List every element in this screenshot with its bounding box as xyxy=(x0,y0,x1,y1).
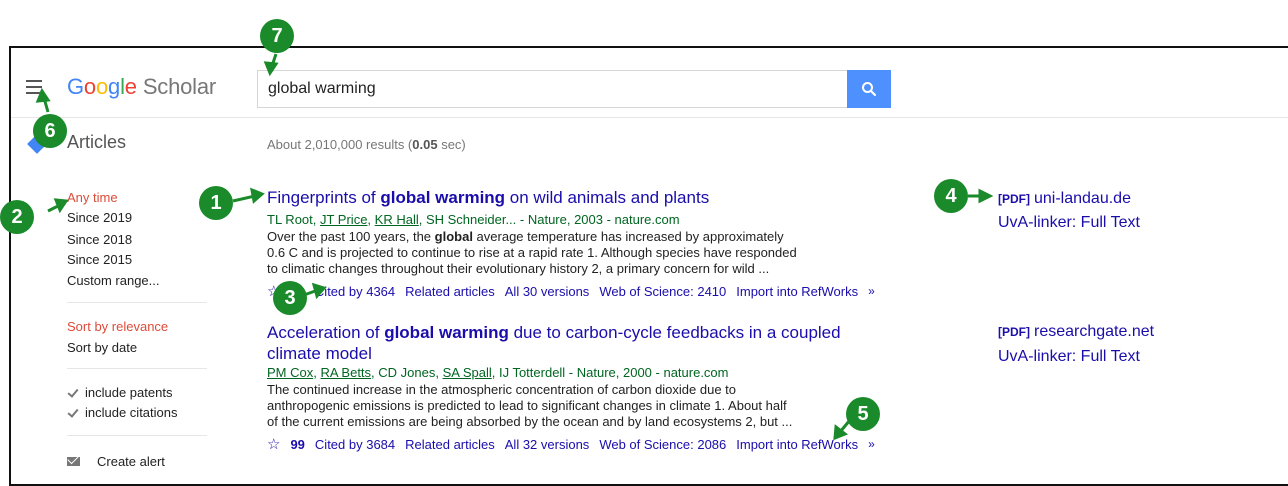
callout-badge-7: 7 xyxy=(260,19,294,53)
callout-badge-3: 3 xyxy=(273,281,307,315)
callout-badge-6: 6 xyxy=(33,114,67,148)
callout-arrowhead xyxy=(978,188,994,204)
callout-badge-1: 1 xyxy=(199,186,233,220)
callout-badge-5: 5 xyxy=(846,397,880,431)
callout-badge-2: 2 xyxy=(0,200,34,234)
callout-badge-4: 4 xyxy=(934,179,968,213)
callout-arrowhead xyxy=(53,198,69,214)
callout-arrows xyxy=(35,53,994,441)
callout-arrowhead xyxy=(311,282,327,300)
callout-arrowhead xyxy=(250,187,265,204)
callout-arrowhead xyxy=(35,87,51,103)
callout-arrow xyxy=(232,194,256,203)
callout-arrowhead xyxy=(263,61,279,77)
